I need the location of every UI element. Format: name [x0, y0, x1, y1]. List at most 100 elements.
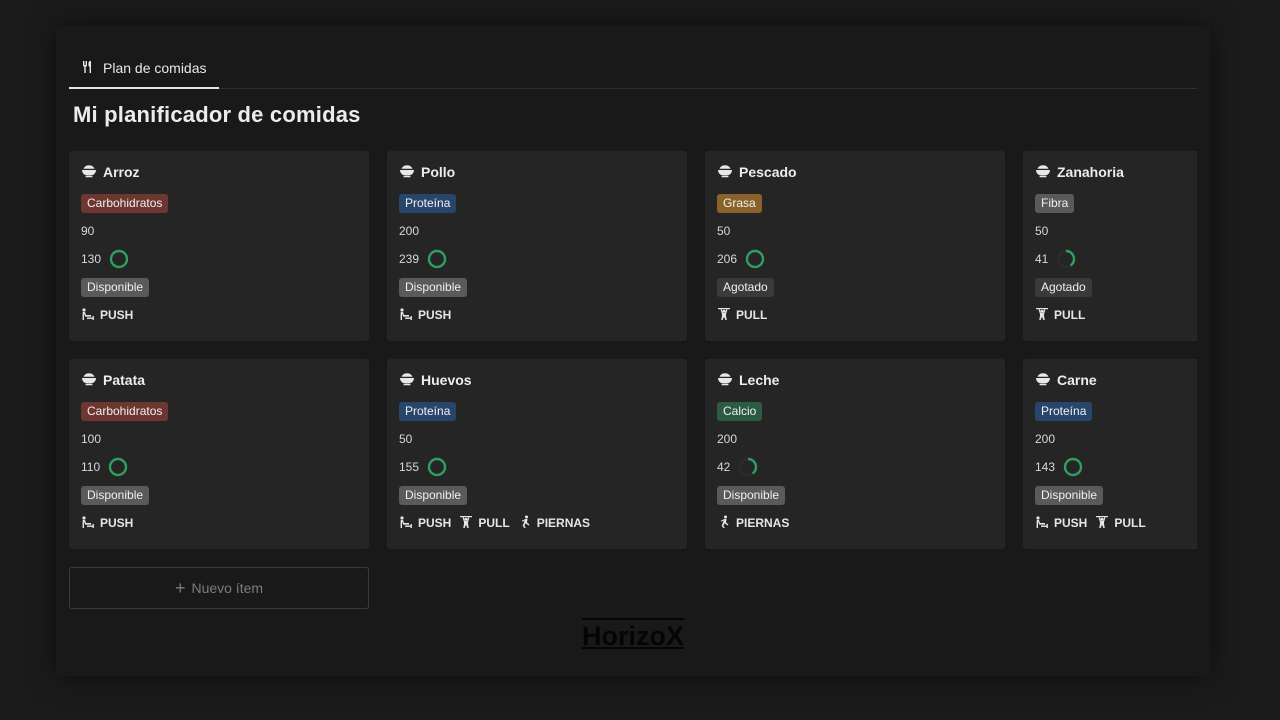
- amount-value: 90: [81, 224, 95, 238]
- amount-row: 90: [81, 217, 357, 245]
- food-card[interactable]: Pollo Proteína 200 239 Disponible PUSH: [387, 151, 687, 341]
- card-title: Zanahoria: [1035, 162, 1197, 182]
- routine-label: PUSH: [418, 516, 452, 530]
- progress-ring-fill: [109, 249, 129, 269]
- category-tag: Proteína: [399, 401, 457, 421]
- category-tag: Grasa: [717, 193, 762, 213]
- progress-ring: [1057, 249, 1076, 269]
- amount-row: 50: [717, 217, 993, 245]
- food-card[interactable]: Patata Carbohidratos 100 110 Disponible PUSH: [69, 359, 369, 549]
- routine-pull: PULL: [1095, 515, 1146, 532]
- food-card[interactable]: Arroz Carbohidratos 90 130 Disponible PUSH: [69, 151, 369, 341]
- routines-row: PUSH PULL PIERNAS: [399, 509, 675, 537]
- status-row: Disponible: [81, 273, 357, 301]
- category-row: Carbohidratos: [81, 397, 357, 425]
- calories-row: 110: [81, 453, 357, 481]
- progress-ring-fill: [745, 249, 765, 269]
- amount-value: 50: [1035, 224, 1049, 238]
- progress-ring: [427, 249, 447, 269]
- view-tabbar: Plan de comidas: [69, 48, 1197, 89]
- category-row: Proteína: [399, 189, 675, 217]
- status-row: Disponible: [1035, 481, 1197, 509]
- routines-row: PUSH: [399, 301, 675, 329]
- logo-watermark: HorizoX: [56, 618, 1210, 651]
- fork-knife-icon: [81, 60, 95, 77]
- progress-ring: [109, 249, 129, 269]
- progress-ring-fill: [108, 457, 128, 477]
- routine-label: PUSH: [1054, 516, 1088, 530]
- routine-label: PULL: [736, 308, 768, 322]
- category-row: Fibra: [1035, 189, 1197, 217]
- routine-label: PUSH: [418, 308, 452, 322]
- card-name: Zanahoria: [1057, 164, 1124, 180]
- routine-push: PUSH: [81, 515, 133, 532]
- card-name: Leche: [739, 372, 780, 388]
- routine-label: PULL: [1114, 516, 1146, 530]
- progress-ring: [1063, 457, 1083, 477]
- legs-icon: [717, 515, 731, 532]
- category-row: Proteína: [399, 397, 675, 425]
- calories-value: 130: [81, 252, 102, 266]
- routines-row: PUSH: [81, 301, 357, 329]
- routine-pull: PULL: [717, 307, 767, 324]
- card-name: Patata: [103, 372, 146, 388]
- card-name: Huevos: [421, 372, 472, 388]
- card-title: Pescado: [717, 162, 993, 182]
- progress-ring-fill: [427, 249, 447, 269]
- calories-value: 143: [1035, 460, 1056, 474]
- card-name: Arroz: [103, 164, 140, 180]
- calories-value: 239: [399, 252, 420, 266]
- category-row: Proteína: [1035, 397, 1197, 425]
- card-title: Pollo: [399, 162, 675, 182]
- bench-press-icon: [399, 515, 413, 532]
- bowl-icon: [1035, 164, 1051, 181]
- status-badge: Disponible: [399, 277, 468, 297]
- routine-label: PUSH: [100, 308, 134, 322]
- routine-piernas: PIERNAS: [717, 515, 789, 532]
- routine-push: PUSH: [399, 307, 451, 324]
- bench-press-icon: [399, 307, 413, 324]
- new-item-label: Nuevo ítem: [191, 580, 264, 596]
- routine-list: PUSH: [81, 307, 133, 324]
- routine-list: PUSH: [81, 515, 133, 532]
- bench-press-icon: [81, 307, 95, 324]
- food-card[interactable]: Leche Calcio 200 42 Disponible PIERNAS: [705, 359, 1005, 549]
- routines-row: PULL: [1035, 301, 1197, 329]
- routine-list: PUSH: [399, 307, 451, 324]
- status-row: Disponible: [399, 481, 675, 509]
- card-title: Huevos: [399, 370, 675, 390]
- calories-row: 41: [1035, 245, 1197, 273]
- status-row: Disponible: [399, 273, 675, 301]
- app-panel: Plan de comidas Mi planificador de comid…: [56, 26, 1210, 676]
- calories-row: 239: [399, 245, 675, 273]
- routines-row: PUSH PULL: [1035, 509, 1197, 537]
- routines-row: PIERNAS: [717, 509, 993, 537]
- food-card[interactable]: Zanahoria Fibra 50 41 Agotado PULL: [1023, 151, 1197, 341]
- new-item-button[interactable]: + Nuevo ítem: [69, 567, 369, 609]
- routine-list: PULL: [1035, 307, 1085, 324]
- category-tag: Carbohidratos: [81, 193, 169, 213]
- amount-value: 200: [717, 432, 738, 446]
- status-row: Agotado: [717, 273, 993, 301]
- status-row: Disponible: [81, 481, 357, 509]
- card-name: Carne: [1057, 372, 1097, 388]
- card-title: Carne: [1035, 370, 1197, 390]
- bench-press-icon: [1035, 515, 1049, 532]
- food-card[interactable]: Huevos Proteína 50 155 Disponible PUSH PULL PIE…: [387, 359, 687, 549]
- card-name: Pollo: [421, 164, 456, 180]
- amount-value: 200: [1035, 432, 1056, 446]
- food-card[interactable]: Pescado Grasa 50 206 Agotado PULL: [705, 151, 1005, 341]
- gallery-grid: Arroz Carbohidratos 90 130 Disponible PUSH Pol…: [69, 151, 1197, 551]
- amount-value: 50: [717, 224, 731, 238]
- tab-plan-de-comidas[interactable]: Plan de comidas: [69, 48, 219, 89]
- logo-text: HorizoX: [581, 618, 684, 651]
- plus-icon: +: [174, 578, 186, 598]
- amount-value: 50: [399, 432, 413, 446]
- amount-row: 200: [399, 217, 675, 245]
- routine-piernas: PIERNAS: [518, 515, 590, 532]
- food-card[interactable]: Carne Proteína 200 143 Disponible PUSH PULL: [1023, 359, 1197, 549]
- category-row: Grasa: [717, 189, 993, 217]
- bowl-icon: [717, 164, 733, 181]
- status-badge: Disponible: [81, 277, 150, 297]
- status-row: Disponible: [717, 481, 993, 509]
